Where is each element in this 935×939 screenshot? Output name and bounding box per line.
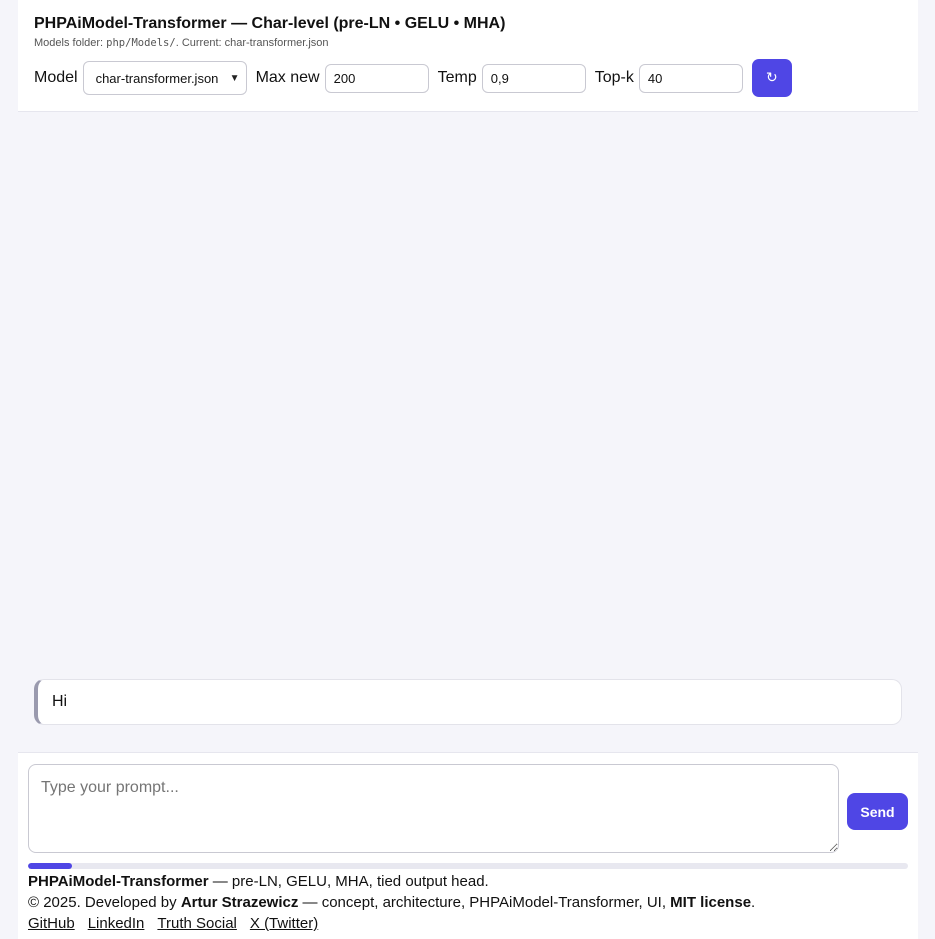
footer-copyright-mid: — concept, architecture, PHPAiModel-Tran… — [298, 894, 671, 911]
linkedin-link[interactable]: LinkedIn — [88, 915, 145, 932]
model-select-value: char-transformer.json — [95, 70, 219, 86]
footer-copyright-prefix: © 2025. Developed by — [28, 894, 181, 911]
max-new-input[interactable] — [324, 63, 429, 93]
generation-controls: Model char-transformer.json ▼ Max new Te… — [34, 59, 792, 97]
refresh-icon: ↻ — [765, 70, 778, 86]
model-label: Model — [34, 69, 78, 86]
max-new-label: Max new — [255, 69, 320, 86]
model-select[interactable]: char-transformer.json ▼ — [82, 61, 247, 95]
footer-project-desc: — pre-LN, GELU, MHA, tied output head. — [208, 873, 489, 890]
chat-history: Hi — [18, 113, 918, 751]
temp-label: Temp — [437, 69, 477, 86]
truth-social-link[interactable]: Truth Social — [157, 915, 236, 932]
topk-label: Top-k — [594, 69, 634, 86]
chevron-down-icon: ▼ — [229, 72, 240, 84]
footer: PHPAiModel-Transformer — pre-LN, GELU, M… — [28, 871, 908, 934]
models-folder-path: php/Models/ — [106, 37, 176, 49]
send-button[interactable]: Send — [847, 793, 908, 830]
composer: Send PHPAiModel-Transformer — pre-LN, GE… — [18, 752, 918, 939]
header-bar: PHPAiModel-Transformer — Char-level (pre… — [18, 0, 918, 112]
progress-bar-fill — [28, 863, 72, 869]
subtitle-prefix: Models folder: — [34, 37, 107, 49]
temp-input[interactable] — [481, 63, 586, 93]
github-link[interactable]: GitHub — [28, 915, 75, 932]
footer-license: MIT license — [670, 894, 752, 911]
models-folder-info: Models folder: php/Models/. Current: cha… — [34, 37, 329, 49]
topk-input[interactable] — [638, 63, 743, 93]
footer-copyright-end: . — [751, 894, 756, 911]
progress-bar — [28, 863, 908, 869]
refresh-models-button[interactable]: ↻ — [751, 59, 792, 97]
footer-copyright-line: © 2025. Developed by Artur Strazewicz — … — [28, 892, 908, 913]
footer-links: GitHub LinkedIn Truth Social X (Twitter) — [28, 913, 908, 934]
user-message-text: Hi — [52, 693, 68, 710]
footer-project-line: PHPAiModel-Transformer — pre-LN, GELU, M… — [28, 871, 908, 892]
prompt-input[interactable] — [28, 764, 839, 853]
subtitle-current: . Current: char-transformer.json — [175, 37, 329, 49]
user-message: Hi — [34, 679, 902, 725]
footer-author: Artur Strazewicz — [180, 894, 299, 911]
x-twitter-link[interactable]: X (Twitter) — [250, 915, 318, 932]
footer-project-name: PHPAiModel-Transformer — [28, 873, 209, 890]
page-title: PHPAiModel-Transformer — Char-level (pre… — [34, 15, 506, 32]
